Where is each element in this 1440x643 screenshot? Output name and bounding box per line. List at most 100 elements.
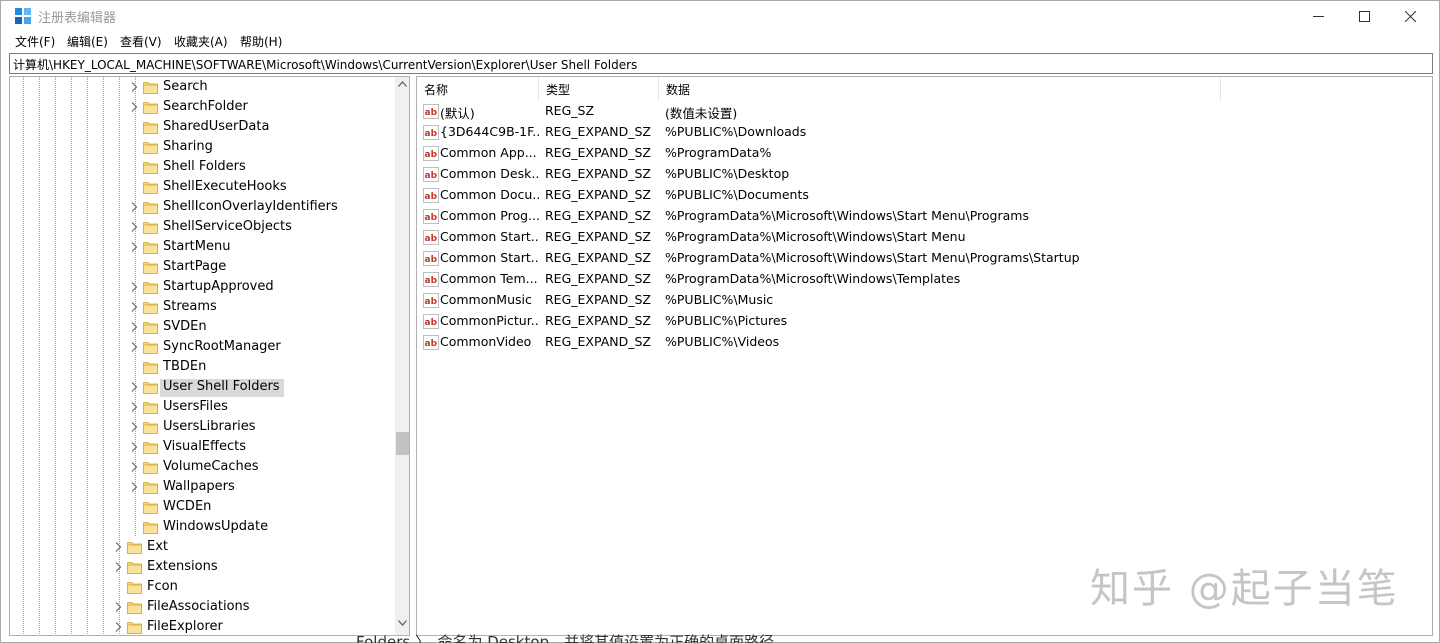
tree-item[interactable]: SyncRootManager — [10, 337, 396, 357]
tree-item[interactable]: Sharing — [10, 137, 396, 157]
chevron-right-icon[interactable] — [129, 101, 139, 113]
tree-vertical-scrollbar[interactable] — [395, 77, 409, 635]
menu-favorites[interactable]: 收藏夹(A) — [174, 33, 228, 50]
tree-item-label[interactable]: UsersFiles — [160, 399, 232, 417]
chevron-right-icon[interactable] — [129, 301, 139, 313]
tree-item[interactable]: ShellServiceObjects — [10, 217, 396, 237]
tree-item-label[interactable]: Extensions — [144, 559, 222, 577]
tree-item[interactable]: UsersFiles — [10, 397, 396, 417]
tree-item[interactable]: ShellIconOverlayIdentifiers — [10, 197, 396, 217]
tree-item-label[interactable]: SharedUserData — [160, 119, 273, 137]
tree-item[interactable]: SharedUserData — [10, 117, 396, 137]
tree-item-label[interactable]: SearchFolder — [160, 99, 252, 117]
tree-item[interactable]: TBDEn — [10, 357, 396, 377]
chevron-right-icon[interactable] — [129, 281, 139, 293]
tree-item[interactable]: SearchFolder — [10, 97, 396, 117]
tree-item-label[interactable]: ShellIconOverlayIdentifiers — [160, 199, 342, 217]
column-header-name[interactable]: 名称 — [417, 77, 539, 101]
value-row[interactable]: ab {3D644C9B-1F... REG_EXPAND_SZ %PUBLIC%\D… — [417, 122, 1432, 143]
scroll-thumb[interactable] — [396, 432, 409, 455]
tree-item[interactable]: FileExplorer — [10, 617, 396, 635]
tree-item-label[interactable]: StartMenu — [160, 239, 234, 257]
menu-file[interactable]: 文件(F) — [15, 33, 55, 50]
chevron-right-icon[interactable] — [113, 541, 123, 553]
tree-item-label[interactable]: Search — [160, 79, 212, 97]
value-row[interactable]: ab (默认) REG_SZ (数值未设置) — [417, 101, 1432, 122]
chevron-right-icon[interactable] — [129, 81, 139, 93]
tree-item[interactable]: StartPage — [10, 257, 396, 277]
tree-item[interactable]: Search — [10, 77, 396, 97]
tree-item[interactable]: SVDEn — [10, 317, 396, 337]
tree-item-label[interactable]: UsersLibraries — [160, 419, 260, 437]
tree-item-label[interactable]: Shell Folders — [160, 159, 250, 177]
value-row[interactable]: ab Common Start... REG_EXPAND_SZ %ProgramDa… — [417, 227, 1432, 248]
value-row[interactable]: ab Common Docu... REG_EXPAND_SZ %PUBLIC%\Do… — [417, 185, 1432, 206]
tree-item[interactable]: Extensions — [10, 557, 396, 577]
tree-item-label[interactable]: VolumeCaches — [160, 459, 263, 477]
chevron-right-icon[interactable] — [129, 201, 139, 213]
value-row[interactable]: ab CommonMusic REG_EXPAND_SZ %PUBLIC%\Music — [417, 290, 1432, 311]
chevron-right-icon[interactable] — [129, 481, 139, 493]
tree-item-label[interactable]: Streams — [160, 299, 221, 317]
tree-item-label[interactable]: ShellServiceObjects — [160, 219, 296, 237]
chevron-right-icon[interactable] — [129, 381, 139, 393]
scroll-up-arrow-icon[interactable] — [398, 81, 407, 87]
tree-item[interactable]: VisualEffects — [10, 437, 396, 457]
value-row[interactable]: ab Common Desk... REG_EXPAND_SZ %PUBLIC%\De… — [417, 164, 1432, 185]
tree-item[interactable]: UsersLibraries — [10, 417, 396, 437]
chevron-right-icon[interactable] — [129, 421, 139, 433]
value-row[interactable]: ab Common Prog... REG_EXPAND_SZ %ProgramDat… — [417, 206, 1432, 227]
tree-item[interactable]: Fcon — [10, 577, 396, 597]
chevron-right-icon[interactable] — [113, 601, 123, 613]
tree-item-label[interactable]: VisualEffects — [160, 439, 250, 457]
chevron-right-icon[interactable] — [129, 241, 139, 253]
column-header-type[interactable]: 类型 — [539, 77, 659, 101]
tree-item-label[interactable]: FileExplorer — [144, 619, 227, 635]
tree-item[interactable]: ShellExecuteHooks — [10, 177, 396, 197]
tree-item-label[interactable]: SVDEn — [160, 319, 211, 337]
tree-item-label[interactable]: TBDEn — [160, 359, 210, 377]
key-tree-pane[interactable]: Search SearchFolder SharedUserData Sharing S… — [9, 76, 410, 636]
tree-item[interactable]: StartupApproved — [10, 277, 396, 297]
title-bar[interactable]: 注册表编辑器 — [1, 1, 1439, 31]
scroll-down-arrow-icon[interactable] — [398, 620, 407, 626]
tree-item[interactable]: VolumeCaches — [10, 457, 396, 477]
tree-item-label[interactable]: ShellExecuteHooks — [160, 179, 291, 197]
tree-item[interactable]: Shell Folders — [10, 157, 396, 177]
address-path[interactable]: 计算机\HKEY_LOCAL_MACHINE\SOFTWARE\Microsof… — [13, 56, 637, 73]
menu-edit[interactable]: 编辑(E) — [67, 33, 108, 50]
chevron-right-icon[interactable] — [129, 341, 139, 353]
close-button[interactable] — [1387, 1, 1433, 31]
values-list-pane[interactable]: 名称 类型 数据 ab (默认) REG_SZ (数值未设置) ab {3D644C9B-… — [416, 76, 1433, 636]
tree-item[interactable]: User Shell Folders — [10, 377, 396, 397]
tree-item-label[interactable]: WindowsUpdate — [160, 519, 272, 537]
tree-item-label[interactable]: Sharing — [160, 139, 217, 157]
tree-item[interactable]: Wallpapers — [10, 477, 396, 497]
chevron-right-icon[interactable] — [129, 221, 139, 233]
value-row[interactable]: ab CommonVideo REG_EXPAND_SZ %PUBLIC%\Video… — [417, 332, 1432, 353]
minimize-button[interactable] — [1295, 1, 1341, 31]
chevron-right-icon[interactable] — [129, 321, 139, 333]
tree-item-label[interactable]: Wallpapers — [160, 479, 239, 497]
chevron-right-icon[interactable] — [113, 621, 123, 633]
maximize-button[interactable] — [1341, 1, 1387, 31]
tree-item[interactable]: Ext — [10, 537, 396, 557]
address-bar[interactable]: 计算机\HKEY_LOCAL_MACHINE\SOFTWARE\Microsof… — [9, 53, 1433, 74]
tree-item-label[interactable]: Fcon — [144, 579, 182, 597]
chevron-right-icon[interactable] — [129, 461, 139, 473]
value-row[interactable]: ab Common Tem... REG_EXPAND_SZ %ProgramData… — [417, 269, 1432, 290]
tree-item[interactable]: StartMenu — [10, 237, 396, 257]
chevron-right-icon[interactable] — [129, 441, 139, 453]
value-row[interactable]: ab Common Start... REG_EXPAND_SZ %ProgramDa… — [417, 248, 1432, 269]
chevron-right-icon[interactable] — [129, 401, 139, 413]
tree-item-label[interactable]: User Shell Folders — [160, 379, 284, 397]
value-row[interactable]: ab CommonPictur... REG_EXPAND_SZ %PUBLIC%\P… — [417, 311, 1432, 332]
value-row[interactable]: ab Common App... REG_EXPAND_SZ %ProgramData… — [417, 143, 1432, 164]
tree-item-label[interactable]: StartPage — [160, 259, 230, 277]
tree-item-label[interactable]: StartupApproved — [160, 279, 278, 297]
tree-item-label[interactable]: SyncRootManager — [160, 339, 285, 357]
tree-item-label[interactable]: Ext — [144, 539, 172, 557]
chevron-right-icon[interactable] — [113, 561, 123, 573]
menu-view[interactable]: 查看(V) — [120, 33, 162, 50]
tree-item[interactable]: WCDEn — [10, 497, 396, 517]
